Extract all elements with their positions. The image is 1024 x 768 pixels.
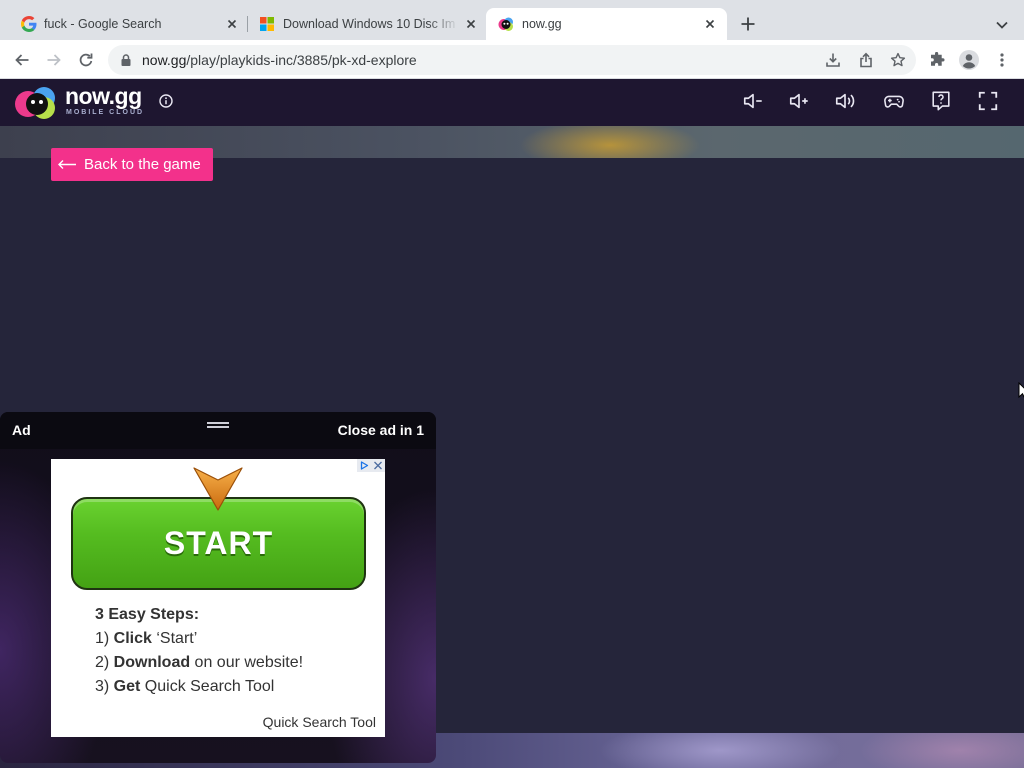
tab-nowgg[interactable]: now.gg (486, 8, 727, 40)
back-to-game-label: Back to the game (84, 156, 201, 173)
menu-dots-icon[interactable] (998, 52, 1006, 68)
volume-icon[interactable] (834, 90, 856, 112)
tab-title: now.gg (522, 17, 562, 31)
info-icon[interactable] (159, 94, 173, 108)
forward-icon[interactable] (46, 52, 62, 68)
step-action: Download (113, 654, 191, 671)
nowgg-logo-icon[interactable] (14, 86, 60, 120)
help-icon[interactable] (930, 90, 952, 112)
url-host: now.gg (142, 52, 187, 68)
step-number: 3) (95, 678, 114, 695)
tab-title: Download Windows 10 Disc Im (283, 17, 456, 31)
tab-search-chevron-down-icon[interactable] (994, 17, 1010, 33)
drag-handle-icon[interactable] (207, 421, 229, 429)
new-tab-plus-icon[interactable] (740, 16, 756, 32)
volume-up-icon[interactable] (788, 90, 810, 112)
tab-title: fuck - Google Search (44, 17, 162, 31)
nowgg-icon (498, 16, 514, 32)
tab-close-icon[interactable] (224, 16, 240, 32)
down-arrow-icon (193, 466, 243, 511)
ad-creative[interactable]: START 3 Easy Steps: 1) Click ‘Start’ 2) … (51, 459, 385, 737)
tab-windows-download[interactable]: Download Windows 10 Disc Im (248, 8, 486, 40)
close-ad-countdown[interactable]: Close ad in 1 (338, 412, 424, 449)
google-icon (21, 16, 37, 32)
logo-wordmark: now.gg (65, 83, 142, 109)
steps-list: 3 Easy Steps: 1) Click ‘Start’ 2) Downlo… (95, 603, 303, 699)
adchoices-badge[interactable] (357, 459, 385, 472)
steps-title: 3 Easy Steps: (95, 603, 303, 627)
ad-label: Ad (12, 422, 31, 438)
start-button-label: START (163, 525, 274, 561)
back-icon[interactable] (14, 52, 30, 68)
back-to-game-button[interactable]: Back to the game (51, 148, 213, 181)
step-action: Get (113, 678, 141, 695)
logo-subtitle: MOBILE CLOUD (66, 109, 145, 116)
browser-toolbar: now.gg/play/playkids-inc/3885/pk-xd-expl… (0, 40, 1024, 79)
url-path: /play/playkids-inc/3885/pk-xd-explore (186, 52, 417, 68)
download-icon[interactable] (825, 52, 841, 68)
ad-close-x-icon[interactable] (371, 459, 385, 472)
step-item: 2) Download on our website! (95, 651, 303, 675)
star-icon[interactable] (890, 52, 906, 68)
adchoices-icon[interactable] (357, 459, 371, 472)
step-detail: ‘Start’ (151, 630, 198, 647)
share-icon[interactable] (858, 52, 874, 68)
tab-strip: fuck - Google Search Download Windows 10… (0, 0, 1024, 40)
volume-down-icon[interactable] (742, 90, 764, 112)
profile-avatar-icon[interactable] (959, 50, 979, 70)
url-text[interactable]: now.gg/play/playkids-inc/3885/pk-xd-expl… (142, 45, 417, 75)
ad-panel: Ad Close ad in 1 START 3 Easy Steps: 1) … (0, 412, 436, 763)
step-detail: Quick Search Tool (140, 678, 275, 695)
tab-google-search[interactable]: fuck - Google Search (8, 8, 248, 40)
windows-icon (259, 16, 275, 32)
extensions-icon[interactable] (929, 52, 945, 68)
step-detail: on our website! (190, 654, 304, 671)
reload-icon[interactable] (78, 52, 94, 68)
ad-brand-name[interactable]: Quick Search Tool (263, 712, 376, 732)
gamepad-icon[interactable] (883, 90, 905, 112)
address-bar[interactable]: now.gg/play/playkids-inc/3885/pk-xd-expl… (108, 45, 916, 75)
arrow-left-icon (57, 159, 77, 170)
ad-header: Ad Close ad in 1 (0, 412, 436, 449)
mouse-cursor-icon (1018, 382, 1024, 400)
step-action: Click (113, 630, 152, 647)
app-header: now.gg MOBILE CLOUD (0, 79, 1024, 126)
fullscreen-icon[interactable] (977, 90, 999, 112)
step-number: 2) (95, 654, 114, 671)
step-item: 3) Get Quick Search Tool (95, 675, 303, 699)
tab-close-icon[interactable] (463, 16, 479, 32)
lock-icon[interactable] (119, 53, 133, 67)
step-number: 1) (95, 630, 114, 647)
steps-title-text: 3 Easy Steps: (95, 606, 200, 623)
step-item: 1) Click ‘Start’ (95, 627, 303, 651)
tab-close-icon[interactable] (702, 16, 718, 32)
